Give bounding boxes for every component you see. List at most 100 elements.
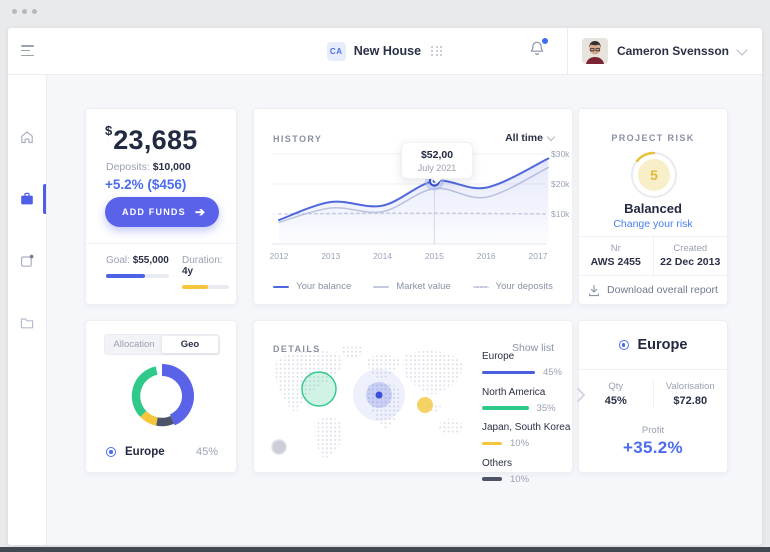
divider xyxy=(86,243,236,244)
download-report-button[interactable]: Download overall report xyxy=(579,274,727,306)
valorisation-cell: Valorisation $72.80 xyxy=(653,381,728,407)
region-list: Europe 45% North America 35% Japan, Sout… xyxy=(482,351,562,493)
goal-progress: Goal: $55,000 xyxy=(106,255,169,278)
sidebar-item-export[interactable] xyxy=(8,241,46,281)
map-bubble-europe[interactable] xyxy=(353,369,405,421)
history-line-chart: $30k$20k$10k201220132014201520162017 xyxy=(254,109,574,306)
region-title: Europe xyxy=(638,337,688,353)
notification-dot xyxy=(541,37,549,45)
chart-tooltip: $52,00 July 2021 xyxy=(401,142,473,179)
currency-symbol: $ xyxy=(105,123,112,138)
total-balance: $23,685 xyxy=(105,123,198,156)
risk-heading: PROJECT RISK xyxy=(579,133,727,143)
svg-text:2017: 2017 xyxy=(529,251,548,261)
nr-value: AWS 2455 xyxy=(579,256,653,268)
active-indicator xyxy=(43,184,46,214)
svg-text:$10k: $10k xyxy=(551,209,570,219)
region-bar xyxy=(482,371,535,375)
map-bubble-north-america[interactable] xyxy=(302,372,336,406)
add-funds-button[interactable]: ADD FUNDS ➔ xyxy=(105,197,219,227)
project-risk-card: PROJECT RISK 5 Balanced Change your risk… xyxy=(578,108,728,305)
svg-text:$20k: $20k xyxy=(551,179,570,189)
taskbar xyxy=(0,547,770,552)
region-bar xyxy=(482,442,502,446)
map-bubble-asia[interactable] xyxy=(417,397,433,413)
duration-value: 4y xyxy=(182,266,193,277)
sidebar-item-files[interactable] xyxy=(8,303,46,343)
window-controls[interactable] xyxy=(12,9,37,14)
created-cell: Created 22 Dec 2013 xyxy=(653,237,728,275)
profit-value: +35.2% xyxy=(579,438,727,458)
chevron-down-icon xyxy=(736,44,747,55)
sidebar xyxy=(8,75,47,545)
qty-value: 45% xyxy=(579,395,653,407)
valorisation-value: $72.80 xyxy=(654,395,728,407)
list-item[interactable]: North America 35% xyxy=(482,387,562,414)
home-icon xyxy=(19,129,35,145)
download-icon xyxy=(588,284,600,297)
tooltip-date: July 2021 xyxy=(404,163,470,173)
screen: CA New House xyxy=(0,0,770,552)
history-card: HISTORY All time $30k$20k$10k20122013201… xyxy=(253,108,573,305)
page-title: New House xyxy=(354,44,421,58)
allocation-card: Allocation Geo Europe 45% xyxy=(85,320,237,473)
map-continents xyxy=(275,344,463,459)
allocation-tabs: Allocation Geo xyxy=(104,334,220,355)
donut-segment-europe xyxy=(162,370,188,420)
details-card: DETAILS Show list xyxy=(253,320,573,473)
app-window: CA New House xyxy=(8,28,762,545)
user-menu[interactable]: Cameron Svensson xyxy=(568,38,762,64)
duration-progress-bar xyxy=(182,285,208,289)
risk-gauge: 5 xyxy=(628,149,680,201)
svg-text:2012: 2012 xyxy=(270,251,289,261)
region-bar xyxy=(482,477,502,481)
risk-info-row: Nr AWS 2455 Created 22 Dec 2013 xyxy=(579,236,727,276)
duration-progress: Duration: 4y xyxy=(182,255,229,289)
region-detail-card: Europe Qty 45% Valorisation $72.80 Profi… xyxy=(578,320,728,473)
user-name: Cameron Svensson xyxy=(617,44,729,58)
briefcase-icon xyxy=(19,191,35,207)
workspace-badge[interactable]: CA xyxy=(327,42,346,61)
avatar xyxy=(582,38,608,64)
change-risk-link[interactable]: Change your risk xyxy=(579,218,727,230)
map-bubble-others[interactable] xyxy=(272,440,286,454)
tab-geo[interactable]: Geo xyxy=(162,336,218,353)
deposits-line: Deposits: $10,000 xyxy=(106,161,191,173)
risk-value: 5 xyxy=(650,167,658,183)
tooltip-value: $52,00 xyxy=(404,149,470,161)
donut-legend-label: Europe xyxy=(125,446,165,458)
list-item[interactable]: Europe 45% xyxy=(482,351,562,378)
dotted-swatch xyxy=(473,286,489,288)
goal-progress-bar xyxy=(106,274,145,278)
balance-change: +5.2% ($456) xyxy=(105,177,186,192)
show-list-link[interactable]: Show list xyxy=(512,342,554,354)
balance-amount: 23,685 xyxy=(113,125,197,155)
svg-text:2015: 2015 xyxy=(425,251,444,261)
donut-segment-japan-south-korea xyxy=(143,414,157,421)
deposits-value: $10,000 xyxy=(153,161,191,173)
donut-segment-north-america xyxy=(136,371,157,414)
tab-allocation[interactable]: Allocation xyxy=(106,336,162,353)
export-icon xyxy=(19,253,35,269)
notifications-button[interactable] xyxy=(529,40,545,62)
next-region-chevron[interactable] xyxy=(576,387,586,403)
legend-your-balance: Your balance xyxy=(273,281,351,292)
donut-legend-pct: 45% xyxy=(196,446,218,458)
list-item[interactable]: Japan, South Korea 10% xyxy=(482,422,562,449)
donut-segment-others xyxy=(157,420,172,422)
donut-legend-row: Europe 45% xyxy=(86,446,236,458)
target-icon xyxy=(106,447,116,457)
topbar: CA New House xyxy=(8,28,762,75)
folder-icon xyxy=(19,315,35,331)
list-item[interactable]: Others 10% xyxy=(482,458,562,485)
svg-text:2014: 2014 xyxy=(373,251,392,261)
sidebar-item-portfolio[interactable] xyxy=(8,179,46,219)
line-swatch xyxy=(373,286,389,288)
nr-cell: Nr AWS 2455 xyxy=(579,237,653,275)
svg-text:2013: 2013 xyxy=(321,251,340,261)
chart-legend: Your balance Market value Your deposits xyxy=(254,281,572,292)
geo-donut-chart xyxy=(123,357,201,435)
apps-grid-icon[interactable] xyxy=(431,46,443,56)
profit-block: Profit +35.2% xyxy=(579,425,727,458)
sidebar-item-home[interactable] xyxy=(8,117,46,157)
